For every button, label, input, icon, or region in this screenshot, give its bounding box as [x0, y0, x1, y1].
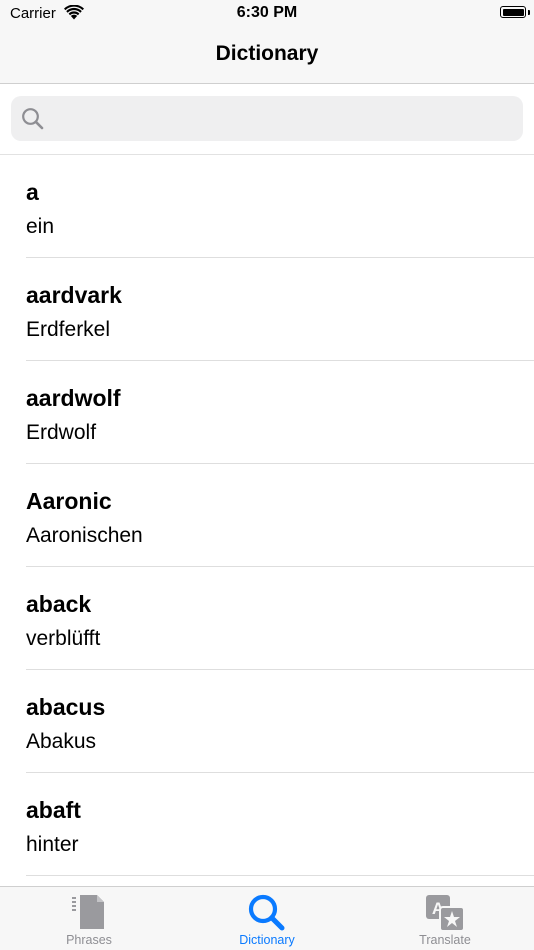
- battery-icon: [500, 6, 526, 18]
- status-bar: Carrier 6:30 PM: [0, 0, 534, 28]
- tab-dictionary[interactable]: Dictionary: [178, 887, 356, 950]
- entry-word: Aaronic: [26, 488, 112, 514]
- search-input[interactable]: [55, 96, 515, 143]
- tab-translate[interactable]: A Translate: [356, 887, 534, 950]
- document-stack-icon: [69, 893, 109, 936]
- list-item[interactable]: abaft hinter: [0, 773, 534, 876]
- entry-word: aardwolf: [26, 385, 121, 411]
- page-title: Dictionary: [215, 42, 319, 65]
- search-icon: [21, 107, 44, 135]
- list-item[interactable]: Aaronic Aaronischen: [0, 464, 534, 567]
- list-item[interactable]: aback verblüfft: [0, 567, 534, 670]
- status-time: 6:30 PM: [236, 4, 298, 21]
- tab-label: Translate: [419, 933, 471, 947]
- navigation-bar: Dictionary: [0, 28, 534, 84]
- entry-word: abaft: [26, 797, 81, 823]
- translate-icon: A: [424, 893, 466, 938]
- entry-word: aardvark: [26, 282, 122, 308]
- list-item[interactable]: a ein: [0, 155, 534, 258]
- list-item[interactable]: aardwolf Erdwolf: [0, 361, 534, 464]
- search-field[interactable]: [11, 96, 523, 143]
- entry-translation: Abakus: [26, 730, 97, 753]
- entry-translation: ein: [26, 215, 55, 238]
- dictionary-screen: Carrier 6:30 PM Dictionary a ein aardvar…: [0, 0, 534, 950]
- search-bar: [0, 84, 534, 155]
- tab-bar: Phrases Dictionary A Translate: [0, 886, 534, 950]
- entry-translation: Erdwolf: [26, 421, 97, 444]
- entry-word: aback: [26, 591, 92, 617]
- magnifier-icon: [246, 893, 288, 938]
- entry-translation: verblüfft: [26, 627, 101, 650]
- entry-translation: Erdferkel: [26, 318, 111, 341]
- tab-label: Dictionary: [239, 933, 295, 947]
- entry-translation: Aaronischen: [26, 524, 143, 547]
- tab-label: Phrases: [66, 933, 112, 947]
- list-item[interactable]: aardvark Erdferkel: [0, 258, 534, 361]
- entry-word: a: [26, 179, 39, 205]
- entry-translation: hinter: [26, 833, 79, 856]
- battery-tip: [528, 10, 530, 15]
- tab-phrases[interactable]: Phrases: [0, 887, 178, 950]
- list-item[interactable]: abacus Abakus: [0, 670, 534, 773]
- entry-word: abacus: [26, 694, 106, 720]
- battery-level: [502, 8, 524, 16]
- dictionary-list: a ein aardvark Erdferkel aardwolf Erdwol…: [0, 155, 534, 876]
